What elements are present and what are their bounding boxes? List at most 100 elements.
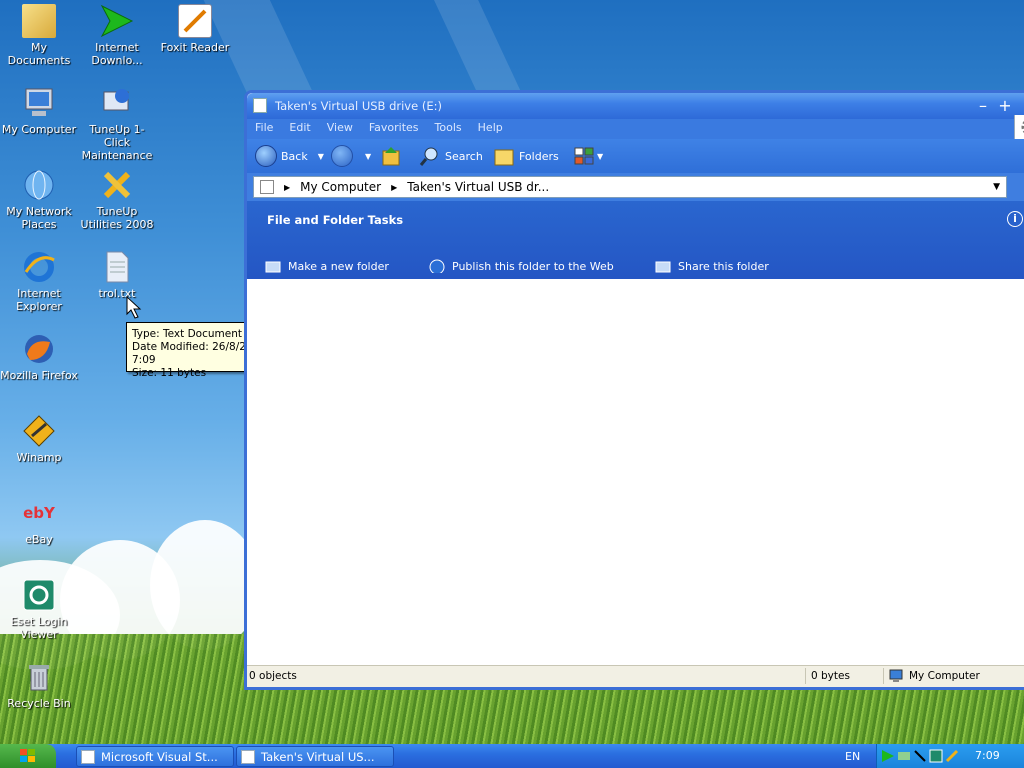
chevron-right-icon: ▶ [391,182,398,192]
window-title: Taken's Virtual USB drive (E:) [275,99,442,113]
tray-eset-icon[interactable] [929,749,943,763]
desktop-icon-tuneup-maintenance[interactable]: TuneUp 1-Click Maintenance [78,86,156,162]
up-folder-button[interactable] [381,145,403,167]
task-pane: File and Folder Tasks i Make a new folde… [247,201,1024,279]
desktop-icon-label: TuneUp 1-Click Maintenance [81,123,153,162]
menu-tools[interactable]: Tools [427,119,470,136]
clock[interactable]: 7:09 [975,749,1000,762]
desktop-icon-label: My Documents [7,41,71,67]
folders-button[interactable]: Folders [493,145,559,167]
start-button[interactable] [0,744,56,768]
desktop-icon-label: My Network Places [6,205,72,231]
window-titlebar[interactable]: Taken's Virtual USB drive (E:) – + [247,93,1024,119]
task-label: Make a new folder [288,259,389,273]
desktop-icon-label: Recycle Bin [7,697,71,710]
arrow-icon [100,4,134,38]
task-share-folder[interactable]: Share this folder [655,259,769,273]
minimize-button[interactable]: – [973,97,993,117]
task-publish-to-web[interactable]: Publish this folder to the Web [429,259,614,273]
back-arrow-icon [255,145,277,167]
desktop-icon-foxit-reader[interactable]: Foxit Reader [156,4,234,54]
eset-icon [22,578,56,612]
ebay-logo-text: ebY [23,504,55,522]
computer-icon [22,86,56,120]
desktop-icon-winamp[interactable]: Winamp [0,414,78,464]
desktop-icon-ebay[interactable]: ebY eBay [0,496,78,546]
taskbar-button-visual-studio[interactable]: Microsoft Visual St... [76,746,234,767]
desktop-icon-label: Winamp [16,451,62,464]
task-label: Share this folder [678,259,769,273]
menu-favorites[interactable]: Favorites [361,119,427,136]
address-folder-icon [260,180,274,194]
desktop-icon-label: My Computer [1,123,77,136]
up-folder-icon [382,147,400,166]
desktop-icon-my-computer[interactable]: My Computer [0,86,78,136]
desktop-icon-my-documents[interactable]: My Documents [0,4,78,67]
toolbar: Back ▼ ▼ Search Folders ▼ [247,139,1024,173]
views-button[interactable]: ▼ [573,145,603,167]
tray-network-icon[interactable] [897,749,911,763]
breadcrumb-usb-drive[interactable]: Taken's Virtual USB dr... [407,180,549,194]
desktop-icon-trol-txt[interactable]: trol.txt [78,250,156,300]
winamp-icon [22,414,56,448]
maximize-button[interactable]: + [995,97,1015,117]
task-make-new-folder[interactable]: Make a new folder [265,259,389,273]
status-object-count: 0 objects [249,670,297,682]
folder-icon [494,149,514,166]
tray-tools-icon[interactable] [945,749,959,763]
desktop-icon-tuneup-utilities[interactable]: TuneUp Utilities 2008 [78,168,156,231]
address-bar: ▶ My Computer ▶ Taken's Virtual USB dr..… [247,173,1024,201]
menu-bar: File Edit View Favorites Tools Help [247,119,1024,139]
share-folder-icon [655,261,671,273]
back-label: Back [281,149,308,163]
address-dropdown-icon[interactable]: ▼ [993,182,1000,192]
menu-view[interactable]: View [319,119,361,136]
menu-edit[interactable]: Edit [281,119,318,136]
chevron-right-icon: ▶ [284,182,291,192]
forward-arrow-icon [331,145,353,167]
chevron-down-icon[interactable]: ▼ [365,152,371,161]
desktop-icon-label: eBay [25,533,53,546]
language-indicator[interactable]: EN [845,750,860,763]
folders-label: Folders [519,149,559,163]
menu-help[interactable]: Help [470,119,511,136]
desktop-icon-label: Eset Login Viewer [10,615,68,641]
drive-icon [241,749,255,764]
status-separator [883,668,884,684]
chevron-down-icon[interactable]: ▼ [318,152,324,161]
desktop-icon-internet-explorer[interactable]: Internet Explorer [0,250,78,313]
ie-icon [22,250,56,284]
file-list-area[interactable] [247,279,1024,665]
taskbar-button-usb-drive[interactable]: Taken's Virtual US... [236,746,394,767]
forward-button[interactable]: ▼ [331,145,371,167]
status-separator [805,668,806,684]
desktop-icon-internet-download[interactable]: Internet Downlo... [78,4,156,67]
desktop-icon-recycle-bin[interactable]: Recycle Bin [0,660,78,710]
explorer-window: Taken's Virtual USB drive (E:) – + File E… [244,90,1024,690]
desktop-icon-label: Internet Explorer [16,287,62,313]
tray-play-icon[interactable] [881,749,895,763]
globe-icon [429,259,445,273]
taskbar-button-label: Microsoft Visual St... [101,749,218,764]
search-icon [419,147,438,166]
firefox-icon [22,332,56,366]
chevron-down-icon[interactable]: ▼ [597,152,603,161]
taskbar: Microsoft Visual St... Taken's Virtual U… [0,744,1024,768]
task-pane-heading: File and Folder Tasks [267,213,404,227]
tray-arrow-icon[interactable] [913,749,927,763]
computer-icon [889,669,903,682]
breadcrumb-my-computer[interactable]: My Computer [300,180,381,194]
desktop-icon-eset-login-viewer[interactable]: Eset Login Viewer [0,578,78,641]
menu-file[interactable]: File [247,119,281,136]
address-input[interactable]: ▶ My Computer ▶ Taken's Virtual USB dr..… [253,176,1007,198]
views-icon [574,147,594,165]
search-button[interactable]: Search [419,145,483,167]
tuneup-icon [100,86,134,120]
desktop-icon-my-network-places[interactable]: My Network Places [0,168,78,231]
desktop-icon-mozilla-firefox[interactable]: Mozilla Firefox [0,332,78,382]
foxit-icon [178,4,212,38]
recycle-bin-icon [22,660,56,694]
info-icon[interactable]: i [1007,211,1023,227]
back-button[interactable]: Back ▼ [255,145,324,167]
desktop-icon-label: Mozilla Firefox [0,369,78,382]
